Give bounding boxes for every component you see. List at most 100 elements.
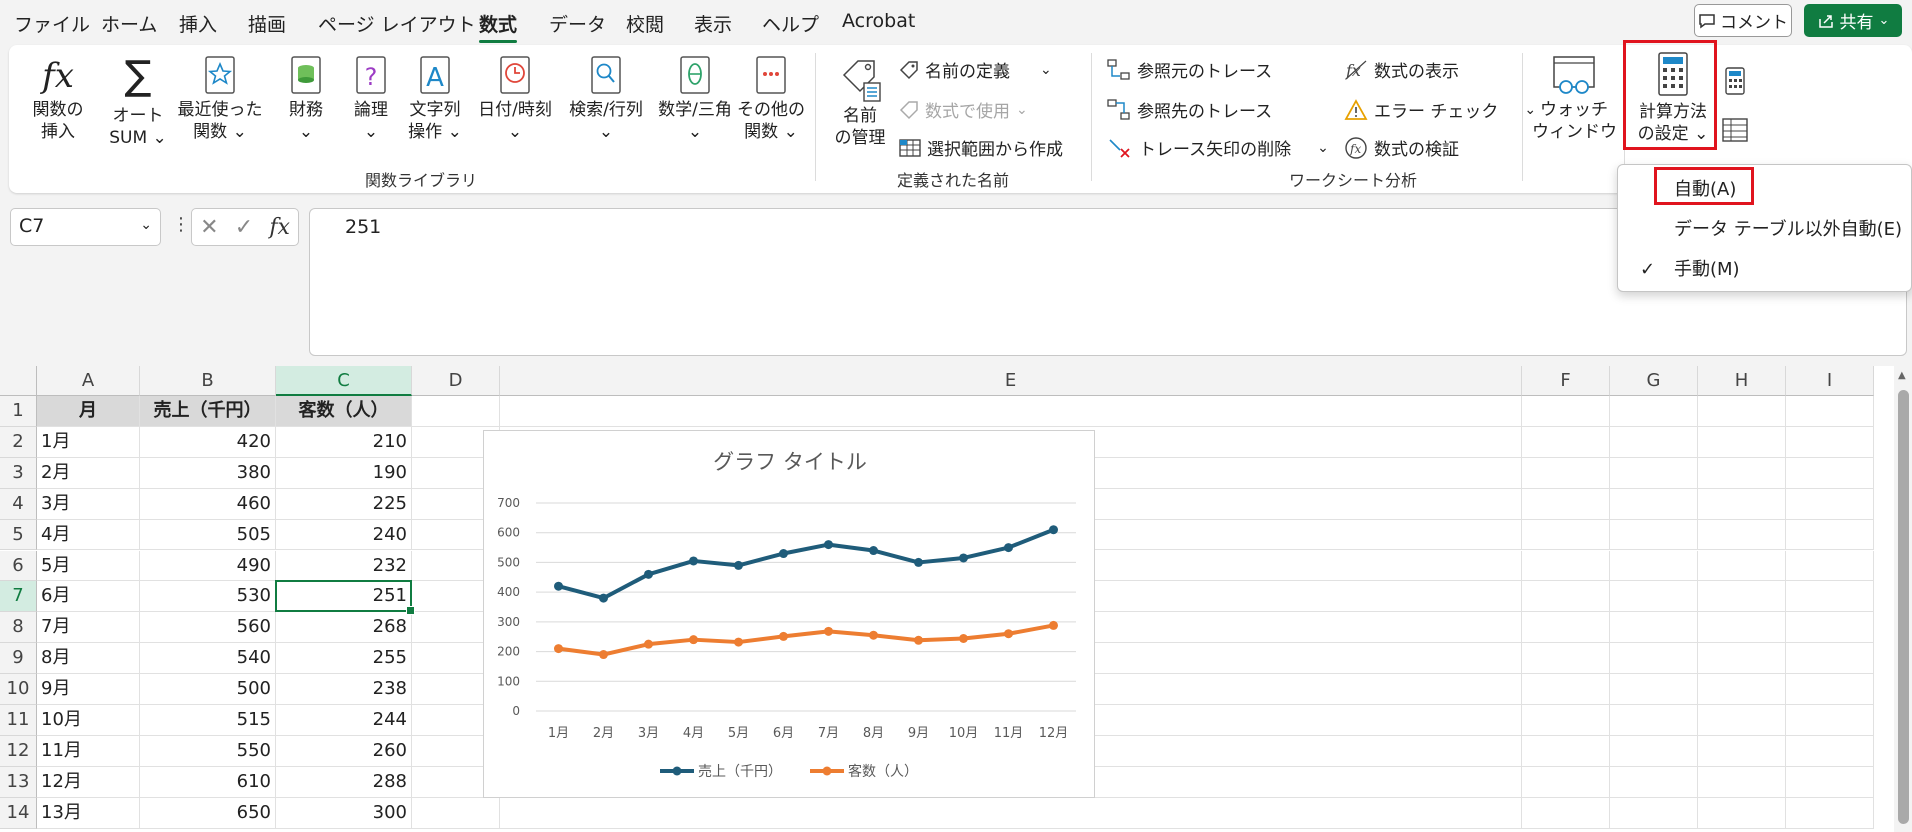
cell[interactable]: 1月 [37, 426, 140, 458]
cell[interactable]: 190 [276, 457, 412, 489]
cell[interactable]: 月 [37, 396, 140, 427]
column-header-g[interactable]: G [1610, 366, 1698, 396]
cell[interactable]: 240 [276, 519, 412, 551]
cell[interactable]: 380 [140, 457, 276, 489]
menu-item-5[interactable]: 数式 [479, 10, 518, 43]
show-formulas-button[interactable]: fx 数式の表示 [1344, 57, 1459, 82]
row-header-7[interactable]: 7 [0, 581, 37, 613]
vertical-scrollbar[interactable]: ▲ [1895, 366, 1912, 832]
row-header-14[interactable]: 14 [0, 797, 37, 829]
use-in-formula-button[interactable]: 数式で使用 ⌄ [899, 97, 1028, 122]
cell[interactable] [1610, 643, 1698, 675]
cell[interactable] [1698, 612, 1786, 644]
trace-dependents-button[interactable]: 参照先のトレース [1107, 97, 1272, 122]
cell[interactable] [1786, 396, 1874, 427]
cancel-icon[interactable]: ✕ [200, 215, 218, 240]
cell[interactable] [1610, 612, 1698, 644]
scrollbar-thumb[interactable] [1898, 390, 1909, 824]
name-box-chevron-icon[interactable]: ⌄ [140, 217, 152, 233]
cell[interactable] [1786, 612, 1874, 644]
row-header-6[interactable]: 6 [0, 550, 37, 582]
cell[interactable] [1786, 488, 1874, 520]
cell[interactable] [1522, 674, 1610, 705]
cell[interactable]: 2月 [37, 457, 140, 489]
cell[interactable]: 550 [140, 735, 276, 767]
cell[interactable] [1698, 766, 1786, 798]
cell[interactable] [1698, 488, 1786, 520]
cell[interactable]: 238 [276, 674, 412, 705]
cell[interactable]: 売上（千円） [140, 396, 276, 427]
cell[interactable] [1698, 674, 1786, 705]
cell[interactable] [1698, 426, 1786, 458]
cell[interactable] [1610, 735, 1698, 767]
cell[interactable] [1786, 581, 1874, 613]
cell[interactable] [1522, 735, 1610, 767]
cell[interactable] [1522, 612, 1610, 644]
cell[interactable] [1610, 519, 1698, 551]
cell[interactable]: 540 [140, 643, 276, 675]
evaluate-formula-button[interactable]: fx 数式の検証 [1344, 135, 1459, 160]
insert-function-button[interactable]: fx 関数の 挿入 [27, 55, 89, 143]
cell[interactable] [1610, 766, 1698, 798]
calc-option-manual[interactable]: ✓ 手動(M) [1618, 251, 1912, 289]
cell[interactable]: 515 [140, 705, 276, 736]
cell[interactable]: 490 [140, 550, 276, 582]
cell[interactable] [1610, 488, 1698, 520]
cell[interactable] [1698, 519, 1786, 551]
menu-item-7[interactable]: 校閲 [626, 10, 664, 37]
cell[interactable]: 5月 [37, 550, 140, 582]
row-header-11[interactable]: 11 [0, 705, 37, 736]
cell[interactable]: 560 [140, 612, 276, 644]
cell[interactable] [1786, 674, 1874, 705]
formula-bar-more-icon[interactable]: ⋮ [172, 214, 190, 235]
cell[interactable] [1698, 797, 1786, 829]
cell[interactable]: 7月 [37, 612, 140, 644]
selected-cell-c7[interactable] [275, 580, 415, 616]
cell[interactable]: 530 [140, 581, 276, 613]
name-manager-button[interactable]: 名前 の管理 [829, 55, 891, 149]
recent-functions-button[interactable]: 最近使った 関数 ⌄ [177, 55, 263, 143]
line-chart[interactable]: グラフ タイトル 0 100 200 300 400 500 600 700 1月 2月 3月 4月 5月… [483, 430, 1095, 798]
cell[interactable]: 3月 [37, 488, 140, 520]
row-header-13[interactable]: 13 [0, 766, 37, 798]
datetime-button[interactable]: 日付/時刻 ⌄ [473, 55, 557, 143]
cell[interactable] [1522, 766, 1610, 798]
cell[interactable]: 268 [276, 612, 412, 644]
logical-button[interactable]: ? 論理 ⌄ [344, 55, 398, 143]
cell[interactable]: 420 [140, 426, 276, 458]
more-functions-button[interactable]: その他の 関数 ⌄ [737, 55, 805, 143]
cell[interactable] [1522, 581, 1610, 613]
cell[interactable]: 232 [276, 550, 412, 582]
cell[interactable] [1522, 705, 1610, 736]
cell[interactable] [1522, 550, 1610, 582]
cell[interactable] [1698, 705, 1786, 736]
autosum-button[interactable]: ∑ オート SUM ⌄ [107, 55, 169, 149]
cell[interactable] [1610, 674, 1698, 705]
cell[interactable] [1522, 519, 1610, 551]
menu-item-1[interactable]: ホーム [101, 10, 157, 37]
cell[interactable]: 11月 [37, 735, 140, 767]
comment-button[interactable]: コメント [1694, 4, 1792, 37]
cell[interactable]: 4月 [37, 519, 140, 551]
column-header-a[interactable]: A [37, 366, 140, 396]
cell[interactable] [1610, 396, 1698, 427]
cell[interactable]: 225 [276, 488, 412, 520]
cell[interactable] [1786, 766, 1874, 798]
column-header-e[interactable]: E [500, 366, 1522, 396]
cell[interactable]: 288 [276, 766, 412, 798]
define-name-button[interactable]: 名前の定義 ⌄ [899, 57, 1052, 82]
cell[interactable] [1786, 797, 1874, 829]
cell[interactable] [1786, 426, 1874, 458]
calc-option-automatic-except-tables[interactable]: データ テーブル以外自動(E) [1618, 211, 1912, 249]
column-header-d[interactable]: D [412, 366, 500, 396]
column-header-f[interactable]: F [1522, 366, 1610, 396]
row-header-4[interactable]: 4 [0, 488, 37, 520]
cell[interactable]: 244 [276, 705, 412, 736]
menu-item-8[interactable]: 表示 [694, 10, 732, 37]
menu-item-0[interactable]: ファイル [14, 10, 90, 37]
cell[interactable] [1610, 550, 1698, 582]
cell[interactable] [412, 396, 500, 427]
menu-item-9[interactable]: ヘルプ [762, 10, 819, 37]
cell[interactable]: 260 [276, 735, 412, 767]
cell[interactable] [1610, 705, 1698, 736]
